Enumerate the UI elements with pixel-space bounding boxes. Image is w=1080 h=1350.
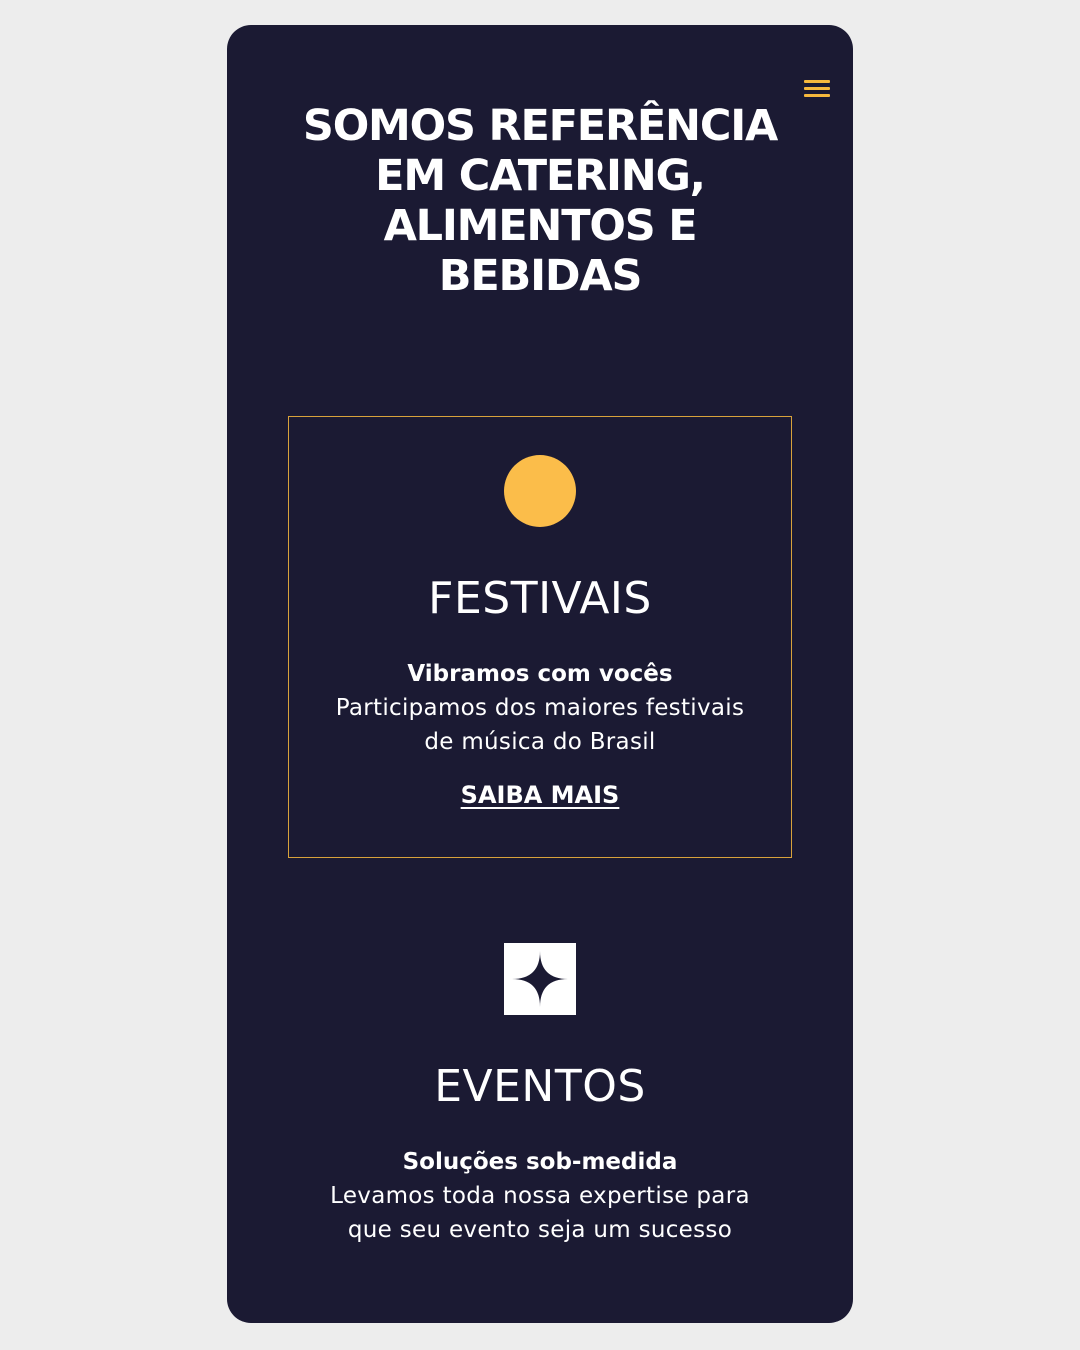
section-title: EVENTOS [434, 1061, 646, 1112]
hero-title: SOMOS REFERÊNCIA EM CATERING, ALIMENTOS … [302, 101, 778, 301]
sparkle-star-icon [504, 943, 576, 1015]
mobile-screen: SOMOS REFERÊNCIA EM CATERING, ALIMENTOS … [227, 25, 853, 1323]
section-description: Levamos toda nossa expertise para que se… [330, 1183, 750, 1243]
menu-bar [804, 94, 830, 97]
section-title: FESTIVAIS [428, 573, 652, 624]
menu-bar [804, 87, 830, 90]
hamburger-menu-icon[interactable] [802, 75, 832, 101]
festivais-section: FESTIVAIS Vibramos com vocês Participamo… [227, 455, 853, 811]
section-description: Participamos dos maiores festivais de mú… [335, 695, 745, 755]
menu-bar [804, 80, 830, 83]
section-subtitle: Soluções sob-medida [402, 1149, 678, 1175]
section-subtitle: Vibramos com vocês [407, 661, 673, 687]
circle-icon [504, 455, 576, 527]
saiba-mais-link[interactable]: SAIBA MAIS [461, 779, 620, 811]
eventos-section: EVENTOS Soluções sob-medida Levamos toda… [227, 943, 853, 1247]
